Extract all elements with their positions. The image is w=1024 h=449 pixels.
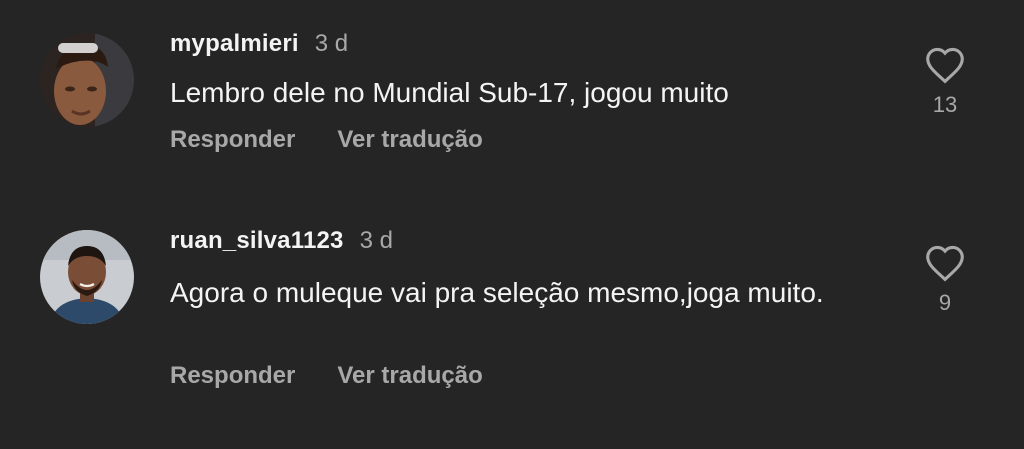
comment-text: Lembro dele no Mundial Sub-17, jogou mui… — [170, 77, 729, 108]
comment-item: ruan_silva1123 3 d Agora o muleque vai p… — [0, 200, 1024, 449]
avatar-photo — [40, 33, 134, 127]
reply-button[interactable]: Responder — [170, 126, 295, 154]
like-button[interactable]: 9 — [920, 244, 970, 316]
see-translation-button[interactable]: Ver tradução — [337, 362, 482, 390]
reply-button[interactable]: Responder — [170, 362, 295, 390]
comment-timestamp: 3 d — [359, 227, 393, 254]
comment-item: mypalmieri 3 d Lembro dele no Mundial Su… — [0, 0, 1024, 200]
avatar[interactable] — [40, 33, 134, 127]
avatar[interactable] — [40, 230, 134, 324]
see-translation-button[interactable]: Ver tradução — [337, 126, 482, 154]
comment-username[interactable]: ruan_silva1123 — [170, 227, 344, 255]
like-button[interactable]: 13 — [920, 46, 970, 118]
comment-timestamp: 3 d — [314, 30, 349, 57]
heart-outline-icon — [926, 47, 964, 84]
heart-outline-icon — [926, 245, 964, 282]
comment-username[interactable]: mypalmieri — [170, 30, 299, 58]
comment-text: Agora o muleque vai pra seleção mesmo,jo… — [170, 277, 824, 308]
like-count: 13 — [932, 92, 958, 117]
avatar-photo — [40, 230, 134, 324]
like-count: 9 — [938, 290, 952, 315]
